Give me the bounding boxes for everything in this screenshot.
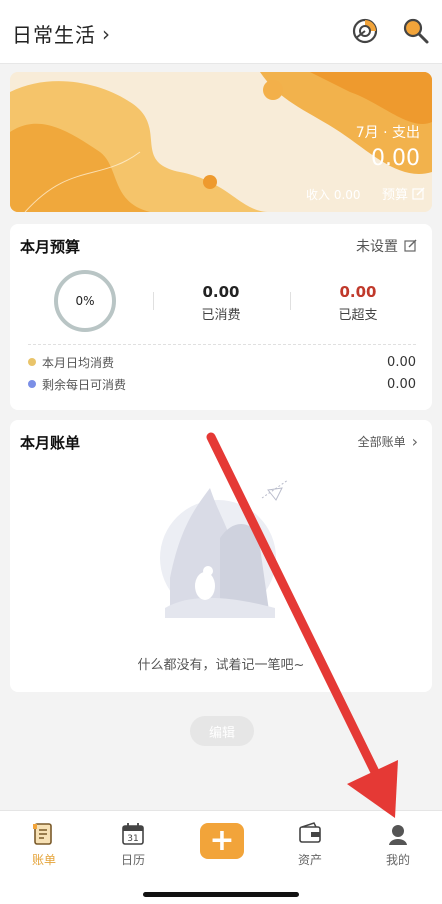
nav-me[interactable]: 我的 [368, 821, 428, 868]
spent-value: 0.00 [202, 283, 240, 301]
monthly-summary-banner[interactable]: 7月 · 支出 0.00 收入 0.00 预算 [10, 72, 432, 212]
daily-average-row: 本月日均消费 0.00 [28, 353, 416, 371]
separator [28, 344, 416, 345]
daily-average-value: 0.00 [387, 354, 416, 370]
set-budget-button[interactable]: 未设置 [356, 236, 418, 256]
add-record-button[interactable]: + [200, 823, 244, 859]
banner-background [10, 72, 432, 212]
bottom-navigation: 账单 31 日历 + 资产 我的 [0, 810, 442, 904]
chevron-right-icon: › [102, 21, 111, 46]
nav-me-label: 我的 [385, 853, 410, 867]
month-income: 收入 0.00 [306, 188, 361, 202]
remaining-daily-value: 0.00 [387, 376, 416, 392]
overspent-label: 已超支 [338, 308, 378, 323]
overspent-value: 0.00 [339, 283, 377, 301]
month-expense-label: 7月 · 支出 [355, 125, 420, 141]
chart-icon[interactable] [350, 16, 380, 46]
month-expense-amount: 0.00 [371, 146, 420, 171]
user-icon [389, 825, 407, 845]
edit-button[interactable]: 编辑 [190, 716, 254, 746]
empty-state-illustration [160, 479, 289, 618]
chevron-right-icon: › [411, 432, 418, 451]
bills-card-title: 本月账单 [20, 434, 81, 452]
spent-label: 已消费 [201, 308, 241, 323]
bills-card: 本月账单 全部账单 › 什么都没有，试着记一笔吧~ [10, 420, 432, 692]
nav-assets-label: 资产 [297, 853, 322, 867]
divider [290, 292, 291, 310]
remaining-daily-row: 剩余每日可消费 0.00 [28, 375, 416, 393]
budget-card: 本月预算 未设置 0% 0.00 已消费 0.00 已超支 本月日均消费 0.0… [10, 224, 432, 410]
nav-bills-label: 账单 [31, 853, 56, 867]
bill-icon [33, 823, 52, 845]
account-book-title: 日常生活 [12, 23, 96, 47]
edit-icon [404, 239, 417, 252]
set-budget-label: 未设置 [356, 239, 398, 255]
search-icon[interactable] [401, 16, 431, 46]
empty-state-text: 什么都没有，试着记一笔吧~ [137, 658, 305, 673]
blue-dot-icon [28, 380, 36, 388]
wallet-icon [299, 822, 321, 843]
yellow-dot-icon [28, 358, 36, 366]
daily-average-label: 本月日均消费 [42, 355, 115, 370]
budget-link[interactable]: 预算 [382, 184, 426, 203]
edit-icon [412, 187, 425, 200]
budget-label: 预算 [382, 188, 409, 203]
all-bills-label: 全部账单 [357, 435, 406, 449]
nav-calendar-label: 日历 [120, 853, 145, 867]
budget-percent: 0% [75, 294, 95, 308]
all-bills-link[interactable]: 全部账单 › [358, 432, 418, 451]
calendar-day: 31 [127, 834, 138, 844]
nav-assets[interactable]: 资产 [280, 821, 340, 868]
nav-calendar[interactable]: 31 日历 [103, 821, 163, 868]
remaining-daily-label: 剩余每日可消费 [42, 377, 127, 392]
plus-icon: + [209, 823, 235, 858]
home-indicator [143, 892, 299, 897]
divider [153, 292, 154, 310]
account-book-selector[interactable]: 日常生活 › [12, 19, 111, 48]
budget-card-title: 本月预算 [20, 238, 81, 256]
top-bar: 日常生活 › [0, 0, 442, 64]
calendar-icon: 31 [122, 823, 144, 845]
nav-bills[interactable]: 账单 [14, 821, 74, 868]
